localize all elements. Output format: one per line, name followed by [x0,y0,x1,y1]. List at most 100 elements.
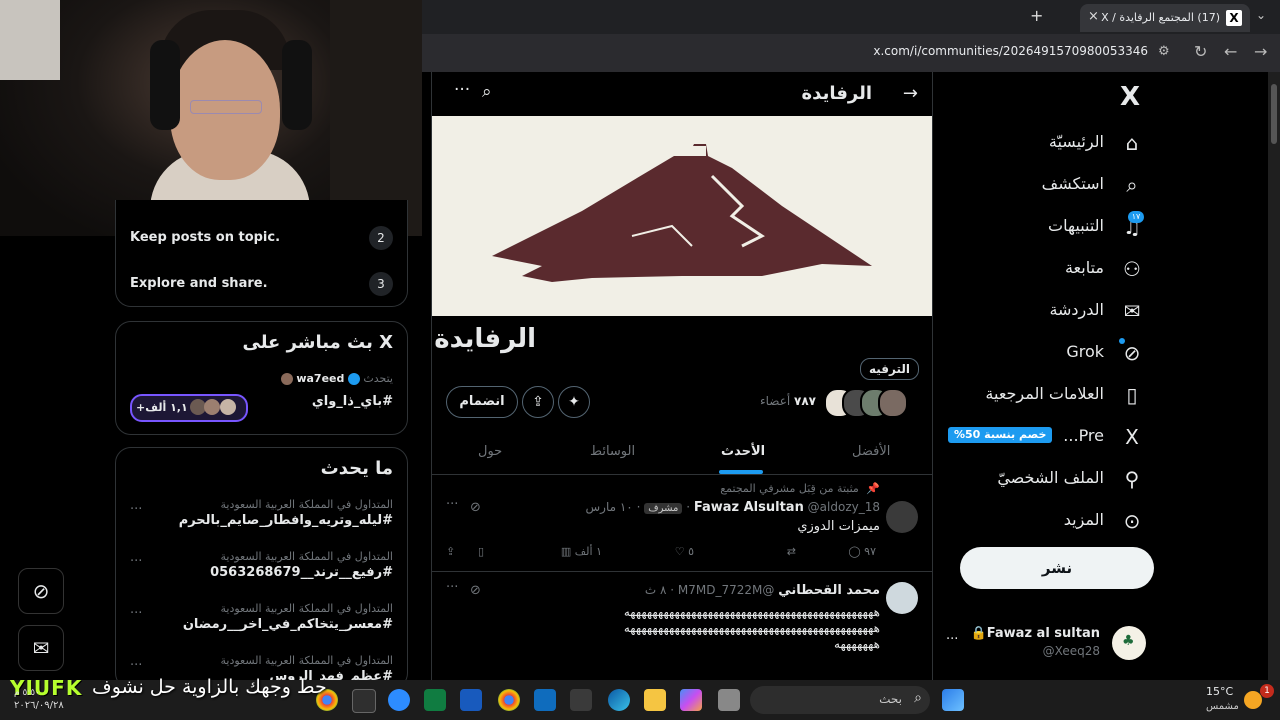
tab-media[interactable]: الوسائط [590,444,635,459]
scrollbar-thumb[interactable] [1271,84,1277,144]
account-more-icon[interactable]: ··· [946,632,958,647]
taskbar-search[interactable]: بحث ⌕ [750,686,930,714]
live-host-name: wa7eed [296,372,345,385]
home-icon: ⌂ [1125,131,1139,155]
pinned-label: مثبتة من قِبَل مشرفي المجتمع [720,482,859,495]
live-listeners-count: +١,١ ألف [136,401,188,414]
new-tab-button[interactable]: + [1030,6,1043,25]
word-icon[interactable] [460,689,482,711]
trend-more-icon[interactable]: ··· [130,502,142,517]
recording-app-icon[interactable] [352,689,376,713]
account-name-row: 🔒Fawaz al sultan [971,626,1100,641]
trend-item[interactable]: المتداول في المملكة العربية السعودية #لي… [130,498,393,528]
back-arrow-icon[interactable]: → [1254,42,1267,61]
edge-icon[interactable] [608,689,630,711]
views-button[interactable]: ▥ ١ ألف [561,545,602,558]
site-settings-icon[interactable]: ⚙ [1158,44,1170,59]
chrome-icon[interactable] [498,689,520,711]
tab-latest[interactable]: الأحدث [721,444,765,459]
grok-icon[interactable]: ⊘ [470,583,481,598]
trend-item[interactable]: المتداول في المملكة العربية السعودية #مع… [130,602,393,632]
nav-label: المزيد [1063,510,1104,529]
post-author-name[interactable]: محمد القحطاني [778,583,880,598]
browser-tab[interactable]: X (17) المجتمع الرفايدة / X × [1080,4,1250,32]
share-icon[interactable]: ⇪ [446,545,455,558]
excel-icon[interactable] [424,689,446,711]
host-avatar [280,373,293,385]
trend-item[interactable]: المتداول في المملكة العربية السعودية #رف… [130,550,393,580]
rule-row: Keep posts on topic. 2 [130,226,393,250]
start-menu-icon[interactable] [942,689,964,711]
url-text[interactable]: x.com/i/communities/2026491570980053346 [800,44,1148,58]
live-listeners-pill[interactable]: +١,١ ألف [130,394,248,422]
tab-top[interactable]: الأفضل [852,444,890,459]
pin-icon: 📌 [866,482,880,495]
live-topic[interactable]: #باي_ذا_واي [312,394,393,409]
post-author-handle[interactable]: @M7MD_7722M [678,583,774,597]
post-avatar[interactable] [886,582,918,614]
grok-sparkle-icon[interactable]: ✦ [558,386,590,418]
grok-icon[interactable]: ⊘ [470,500,481,515]
members-count: ٧٨٧ [794,394,817,408]
post-author-handle[interactable]: @aldozy_18 [808,500,880,514]
forward-arrow-icon[interactable]: ← [1224,42,1237,61]
post-text: ميمزات الدوزي [797,519,880,534]
tab-close-button[interactable]: × [1088,9,1099,24]
live-host-row[interactable]: يتحدث wa7eed [280,372,393,385]
back-arrow-icon[interactable]: → [903,83,918,104]
grok-float-button[interactable]: ⊘ [18,568,64,614]
post-button[interactable]: نشر [960,547,1154,589]
trend-more-icon[interactable]: ··· [130,658,142,673]
reload-icon[interactable]: ↻ [1194,42,1207,61]
zoom-icon[interactable] [388,689,410,711]
community-tabs: الأفضل الأحدث الوسائط حول [432,430,932,475]
weather-temp[interactable]: 15°C [1206,685,1233,698]
mountain-logo-icon [492,144,872,282]
member-avatar [878,388,908,418]
post-more-icon[interactable]: ··· [446,497,458,512]
search-icon[interactable]: ⌕ [482,82,492,102]
trend-more-icon[interactable]: ··· [130,606,142,621]
listener-avatar [220,399,236,415]
file-explorer-icon[interactable] [644,689,666,711]
post-author-name[interactable]: Fawaz Alsultan [694,500,804,515]
grok-icon: ⊘ [1123,341,1141,365]
bookmark-icon[interactable]: ▯ [478,545,484,558]
account-switcher[interactable]: ♣ 🔒Fawaz al sultan @Xeeq28 ··· [946,620,1146,664]
notification-count-badge[interactable]: 1 [1260,684,1274,698]
rule-text: Explore and share. [130,276,268,291]
tab-search-chevron-icon[interactable]: ⌄ [1256,8,1266,22]
trend-more-icon[interactable]: ··· [130,554,142,569]
copilot-icon[interactable] [680,689,702,711]
app-icon[interactable] [718,689,740,711]
like-button[interactable]: ♡ ٥ [675,545,694,558]
join-button[interactable]: انضمام [446,386,518,418]
timeline-post[interactable]: محمد القحطاني @M7MD_7722M · ٨ ث ⊘ ··· هه… [432,572,932,680]
community-timeline: → الرفايدة ⌕ ··· الرفايدة الترفيه انضمام… [431,72,933,680]
envelope-icon: ✉ [32,636,50,660]
timeline-post[interactable]: 📌 مثبتة من قِبَل مشرفي المجتمع Fawaz Als… [432,475,932,572]
live-on-x-card: X بث مباشر على يتحدث wa7eed #باي_ذا_واي … [115,321,408,435]
reply-button[interactable]: ◯ ٩٧ [848,545,876,558]
tab-about[interactable]: حول [478,444,502,459]
category-chip[interactable]: الترفيه [860,358,920,380]
share-icon[interactable]: ⇪ [522,386,554,418]
tab-title: (17) المجتمع الرفايدة / X [1101,11,1220,24]
header-title: الرفايدة [801,83,872,104]
messages-float-button[interactable]: ✉ [18,625,64,671]
community-banner [432,116,932,316]
members-row[interactable]: ٧٨٧ أعضاء [760,394,816,408]
post-more-icon[interactable]: ··· [446,580,458,595]
store-icon[interactable] [570,689,592,711]
page-scrollbar[interactable] [1268,72,1280,680]
account-name: Fawaz al sultan [986,626,1100,641]
search-placeholder: بحث [879,692,902,706]
nav-label: متابعة [1064,258,1104,277]
reply-count: ٩٧ [864,545,876,558]
post-avatar[interactable] [886,501,918,533]
x-logo-icon[interactable]: X [1120,82,1140,112]
outlook-icon[interactable] [534,689,556,711]
search-icon: ⌕ [914,690,922,706]
more-options-icon[interactable]: ··· [454,80,470,100]
repost-icon[interactable]: ⇄ [787,545,796,558]
